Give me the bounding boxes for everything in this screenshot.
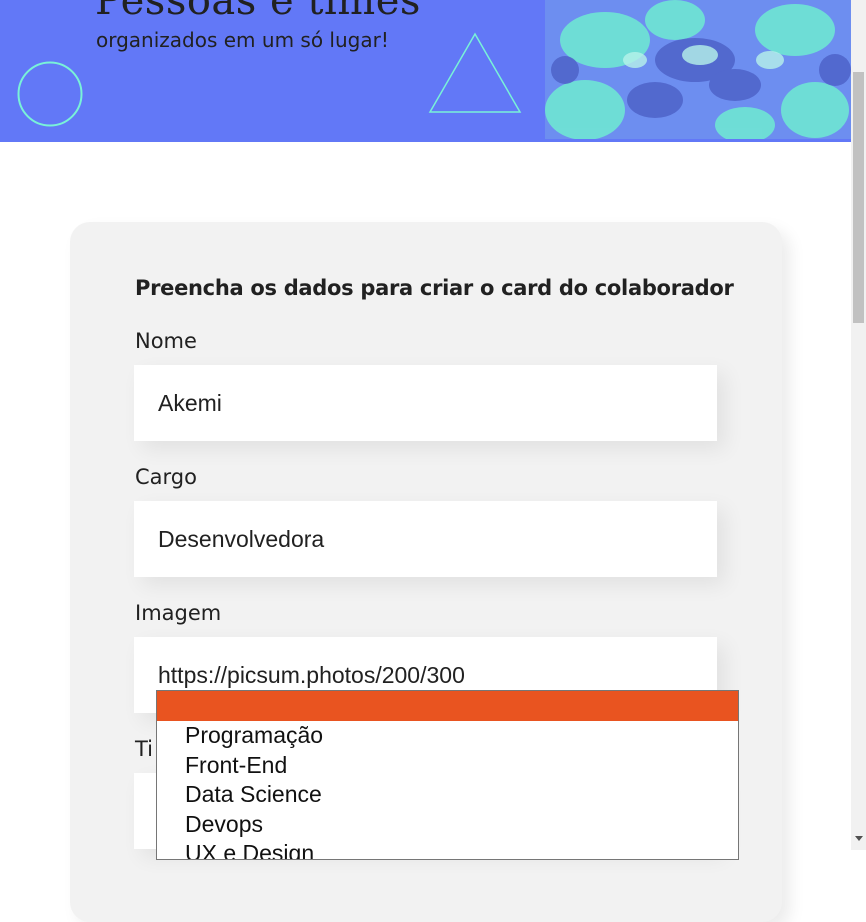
banner-subtitle: organizados em um só lugar! <box>96 28 389 52</box>
triangle-decoration <box>428 32 522 113</box>
team-dropdown-list[interactable]: Programação Front-End Data Science Devop… <box>156 690 739 860</box>
circle-decoration <box>17 61 83 127</box>
dropdown-option-data-science[interactable]: Data Science <box>157 780 738 810</box>
page-scrollbar[interactable] <box>851 0 866 850</box>
role-label: Cargo <box>135 465 197 489</box>
banner: Pessoas e times organizados em um só lug… <box>0 0 851 142</box>
dropdown-option-front-end[interactable]: Front-End <box>157 751 738 781</box>
dropdown-option-programacao[interactable]: Programação <box>157 721 738 751</box>
banner-title: Pessoas e times <box>95 0 421 24</box>
team-hands-image <box>545 0 851 139</box>
dropdown-option-devops[interactable]: Devops <box>157 810 738 840</box>
scrollbar-thumb[interactable] <box>853 72 864 323</box>
form-heading: Preencha os dados para criar o card do c… <box>135 276 734 300</box>
name-input[interactable] <box>134 365 717 441</box>
name-label: Nome <box>135 329 197 353</box>
role-input[interactable] <box>134 501 717 577</box>
image-label: Imagem <box>135 601 222 625</box>
team-label: Ti <box>135 737 154 761</box>
dropdown-option-empty[interactable] <box>157 691 738 721</box>
scroll-down-icon[interactable] <box>855 836 863 841</box>
